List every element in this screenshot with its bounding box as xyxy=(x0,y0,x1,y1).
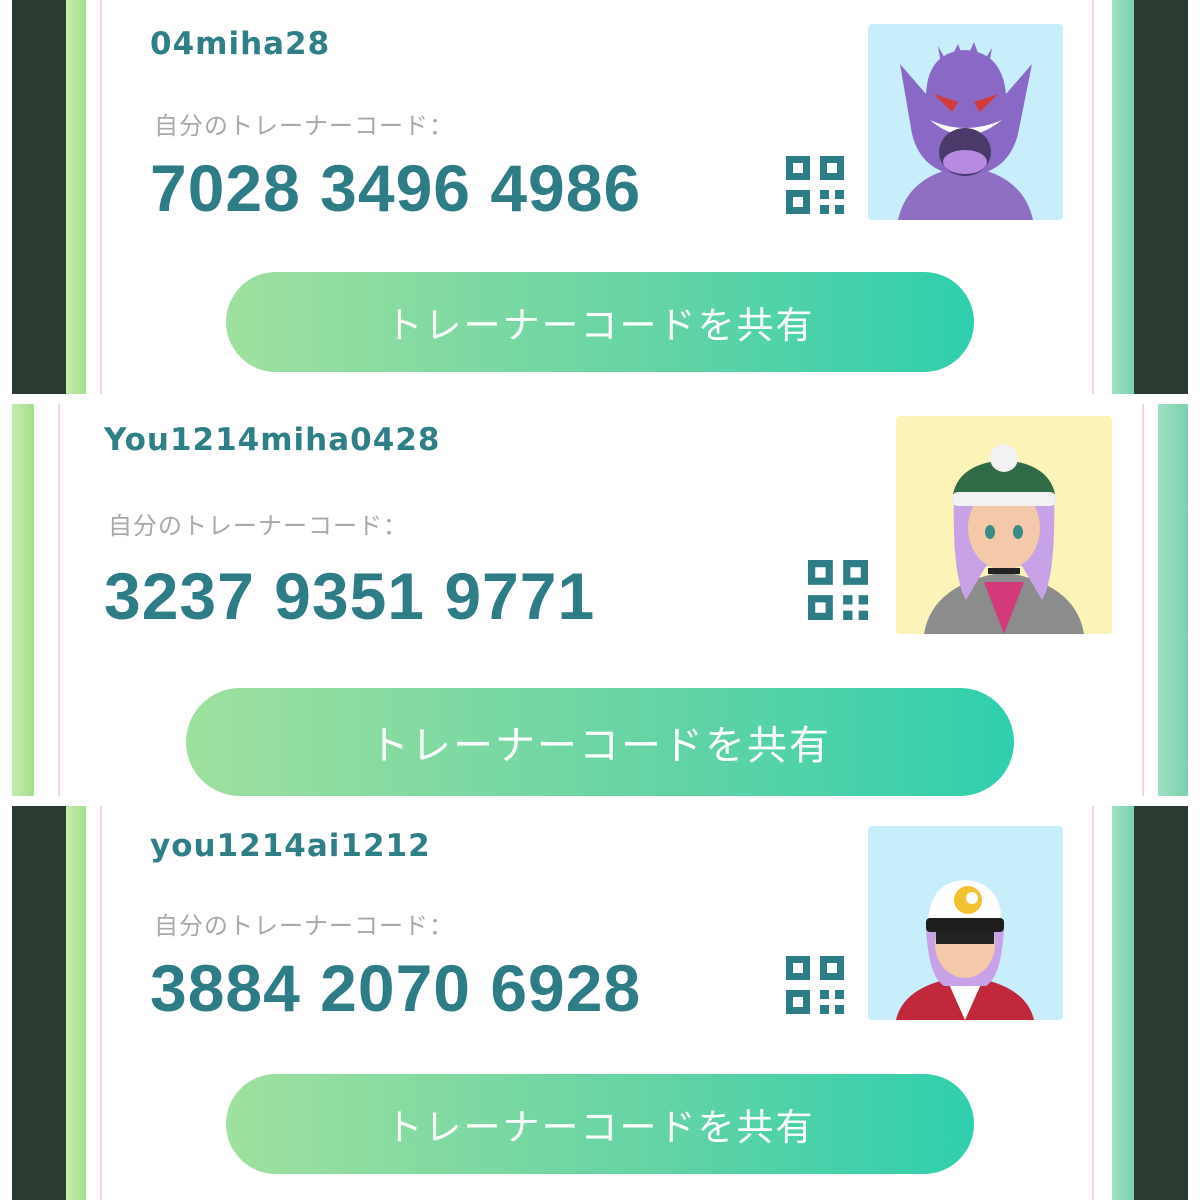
right-divider xyxy=(1092,806,1094,1200)
qr-code-icon[interactable] xyxy=(786,956,844,1014)
trainer-code: 7028 3496 4986 xyxy=(150,151,642,225)
trainer-card-1: 04miha28 自分のトレーナーコード： 7028 3496 4986 トレー… xyxy=(0,0,1200,394)
qr-code-icon[interactable] xyxy=(786,156,844,214)
left-divider xyxy=(58,404,60,796)
panel-separator xyxy=(0,796,1200,806)
trainer-code-label: 自分のトレーナーコード： xyxy=(154,112,454,140)
trainer-username: 04miha28 xyxy=(150,26,331,62)
trainer-code-label: 自分のトレーナーコード： xyxy=(154,912,454,940)
panel-separator xyxy=(0,394,1200,404)
trainer-avatar xyxy=(896,416,1112,634)
right-divider xyxy=(1092,0,1094,394)
trainer-code: 3237 9351 9771 xyxy=(104,559,596,633)
left-divider xyxy=(100,0,102,394)
left-green-border xyxy=(66,0,86,394)
right-green-border xyxy=(1158,404,1188,796)
left-dark-border xyxy=(12,806,66,1200)
share-trainer-code-button[interactable]: トレーナーコードを共有 xyxy=(226,272,974,372)
trainer-card-2: You1214miha0428 自分のトレーナーコード： 3237 9351 9… xyxy=(0,404,1200,796)
right-dark-border xyxy=(1134,806,1188,1200)
qr-code-icon[interactable] xyxy=(808,560,868,620)
left-divider xyxy=(100,806,102,1200)
trainer-code-label: 自分のトレーナーコード： xyxy=(108,512,408,540)
trainer-username: You1214miha0428 xyxy=(104,422,441,458)
right-green-border xyxy=(1112,806,1134,1200)
trainer-avatar xyxy=(868,24,1063,220)
left-dark-border xyxy=(12,0,66,394)
trainer-username: you1214ai1212 xyxy=(150,828,431,864)
share-trainer-code-button[interactable]: トレーナーコードを共有 xyxy=(186,688,1014,796)
trainer-code: 3884 2070 6928 xyxy=(150,951,642,1025)
trainer-avatar xyxy=(868,826,1063,1020)
right-divider xyxy=(1142,404,1144,796)
right-dark-border xyxy=(1134,0,1188,394)
left-green-border xyxy=(12,404,34,796)
share-trainer-code-button[interactable]: トレーナーコードを共有 xyxy=(226,1074,974,1174)
left-green-border xyxy=(66,806,86,1200)
trainer-card-3: you1214ai1212 自分のトレーナーコード： 3884 2070 692… xyxy=(0,806,1200,1200)
right-green-border xyxy=(1112,0,1134,394)
